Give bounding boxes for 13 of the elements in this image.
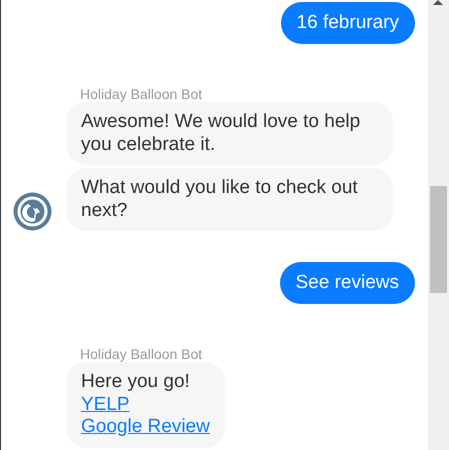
link[interactable]: Google Review bbox=[81, 416, 210, 437]
scroll-up-arrow-icon[interactable] bbox=[433, 0, 443, 5]
sender-name: Holiday Balloon Bot bbox=[80, 346, 204, 362]
message-text: Here you go! bbox=[81, 371, 190, 392]
link[interactable]: YELP bbox=[81, 394, 130, 414]
scrollbar-track[interactable] bbox=[428, 0, 449, 450]
bot-avatar-icon bbox=[13, 192, 52, 231]
message-text: Awesome! We would love to help you celebrate it. bbox=[81, 111, 360, 154]
user-message-bubble: 16 februrary bbox=[280, 2, 415, 44]
scrollbar-thumb[interactable] bbox=[430, 186, 447, 293]
sender-name: Holiday Balloon Bot bbox=[80, 86, 204, 102]
user-message-bubble: See reviews bbox=[280, 262, 415, 304]
message-text: What would you like to check out next? bbox=[81, 177, 358, 220]
